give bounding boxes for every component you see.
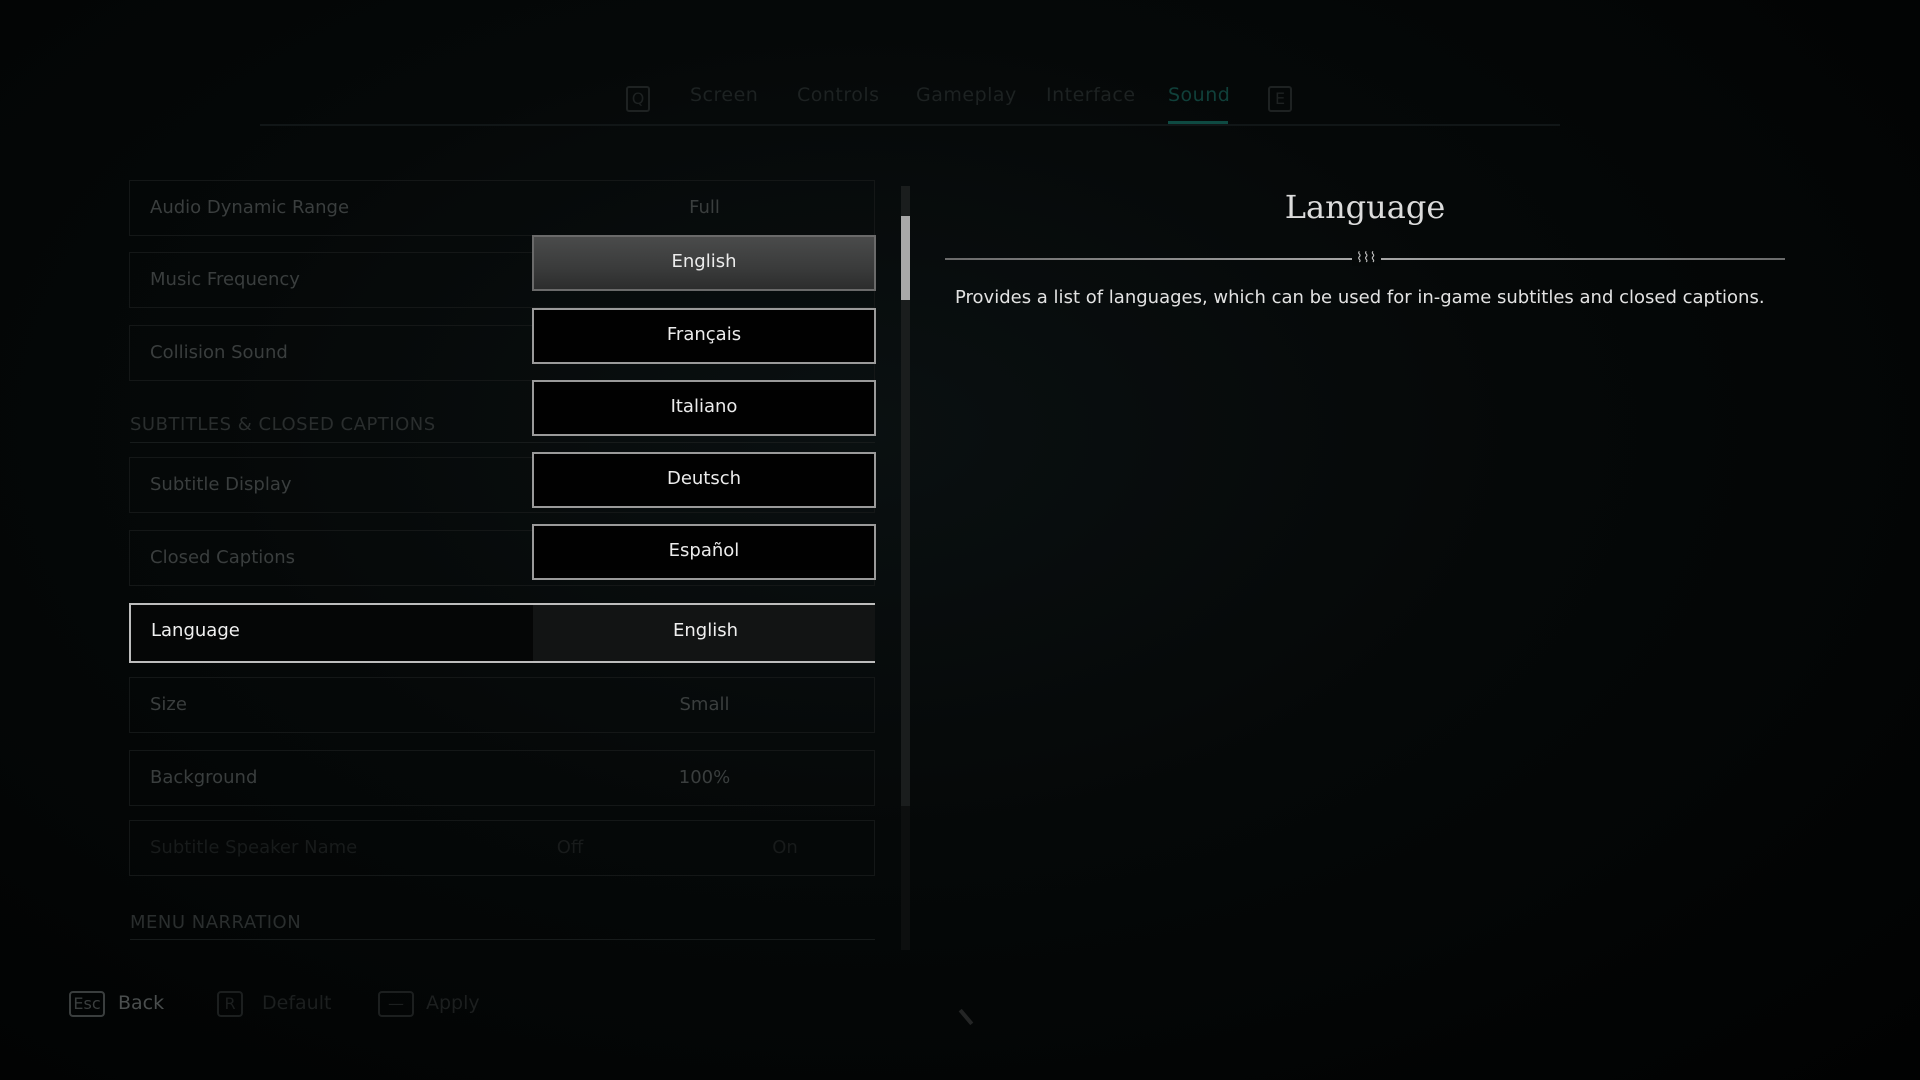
setting-label: Audio Dynamic Range: [150, 197, 350, 218]
language-option-deutsch[interactable]: Deutsch: [532, 452, 876, 508]
setting-label: Background: [150, 767, 258, 788]
language-option-english[interactable]: English: [532, 235, 876, 291]
esc-key-icon: Esc: [69, 991, 105, 1017]
tab-bar: Q Screen Controls Gameplay Interface Sou…: [0, 0, 1920, 130]
tab-interface[interactable]: Interface: [1046, 84, 1136, 106]
back-button[interactable]: Back: [118, 992, 164, 1014]
language-option-espanol[interactable]: Español: [532, 524, 876, 580]
setting-value: 100%: [678, 767, 731, 788]
divider-ornament-icon: ⌇⌇⌇: [1352, 250, 1381, 266]
setting-label: Size: [150, 694, 187, 715]
section-header-subtitles: SUBTITLES & CLOSED CAPTIONS: [130, 414, 436, 435]
tab-sound[interactable]: Sound: [1168, 84, 1230, 106]
section-divider: [130, 939, 875, 940]
setting-subtitle-speaker-name[interactable]: Subtitle Speaker Name Off On: [129, 820, 875, 876]
setting-label: Subtitle Display: [150, 474, 292, 495]
scrollbar-thumb[interactable]: [901, 216, 910, 300]
setting-size[interactable]: Size Small: [129, 677, 875, 733]
setting-label: Music Frequency: [150, 269, 300, 290]
setting-label: Collision Sound: [150, 342, 288, 363]
mouse-cursor-icon: [958, 1008, 974, 1026]
toggle-on[interactable]: On: [720, 837, 850, 858]
setting-label: Subtitle Speaker Name: [150, 837, 358, 858]
setting-label: Closed Captions: [150, 547, 296, 568]
setting-background[interactable]: Background 100%: [129, 750, 875, 806]
toggle-off[interactable]: Off: [510, 837, 630, 858]
setting-value: English: [673, 620, 738, 641]
default-button[interactable]: Default: [262, 992, 331, 1014]
setting-value: Small: [679, 694, 730, 715]
q-key-icon[interactable]: Q: [626, 86, 650, 112]
setting-label: Language: [151, 620, 240, 641]
tab-divider: [260, 124, 1560, 126]
section-divider: [130, 442, 875, 443]
e-key-icon[interactable]: E: [1268, 86, 1292, 112]
section-header-menu-narration: MENU NARRATION: [130, 912, 302, 933]
enter-key-icon: —: [378, 991, 414, 1017]
language-option-italiano[interactable]: Italiano: [532, 380, 876, 436]
r-key-icon: R: [217, 991, 243, 1017]
scrollbar-track-lower[interactable]: [901, 806, 910, 950]
setting-audio-dynamic-range[interactable]: Audio Dynamic Range Full: [129, 180, 875, 236]
apply-button[interactable]: Apply: [426, 992, 480, 1014]
tab-screen[interactable]: Screen: [690, 84, 758, 106]
tab-gameplay[interactable]: Gameplay: [916, 84, 1017, 106]
tab-controls[interactable]: Controls: [797, 84, 880, 106]
language-option-francais[interactable]: Français: [532, 308, 876, 364]
info-title: Language: [1284, 188, 1446, 226]
info-description: Provides a list of languages, which can …: [955, 287, 1765, 308]
setting-value: Full: [689, 197, 720, 218]
setting-language[interactable]: Language English: [129, 603, 875, 663]
